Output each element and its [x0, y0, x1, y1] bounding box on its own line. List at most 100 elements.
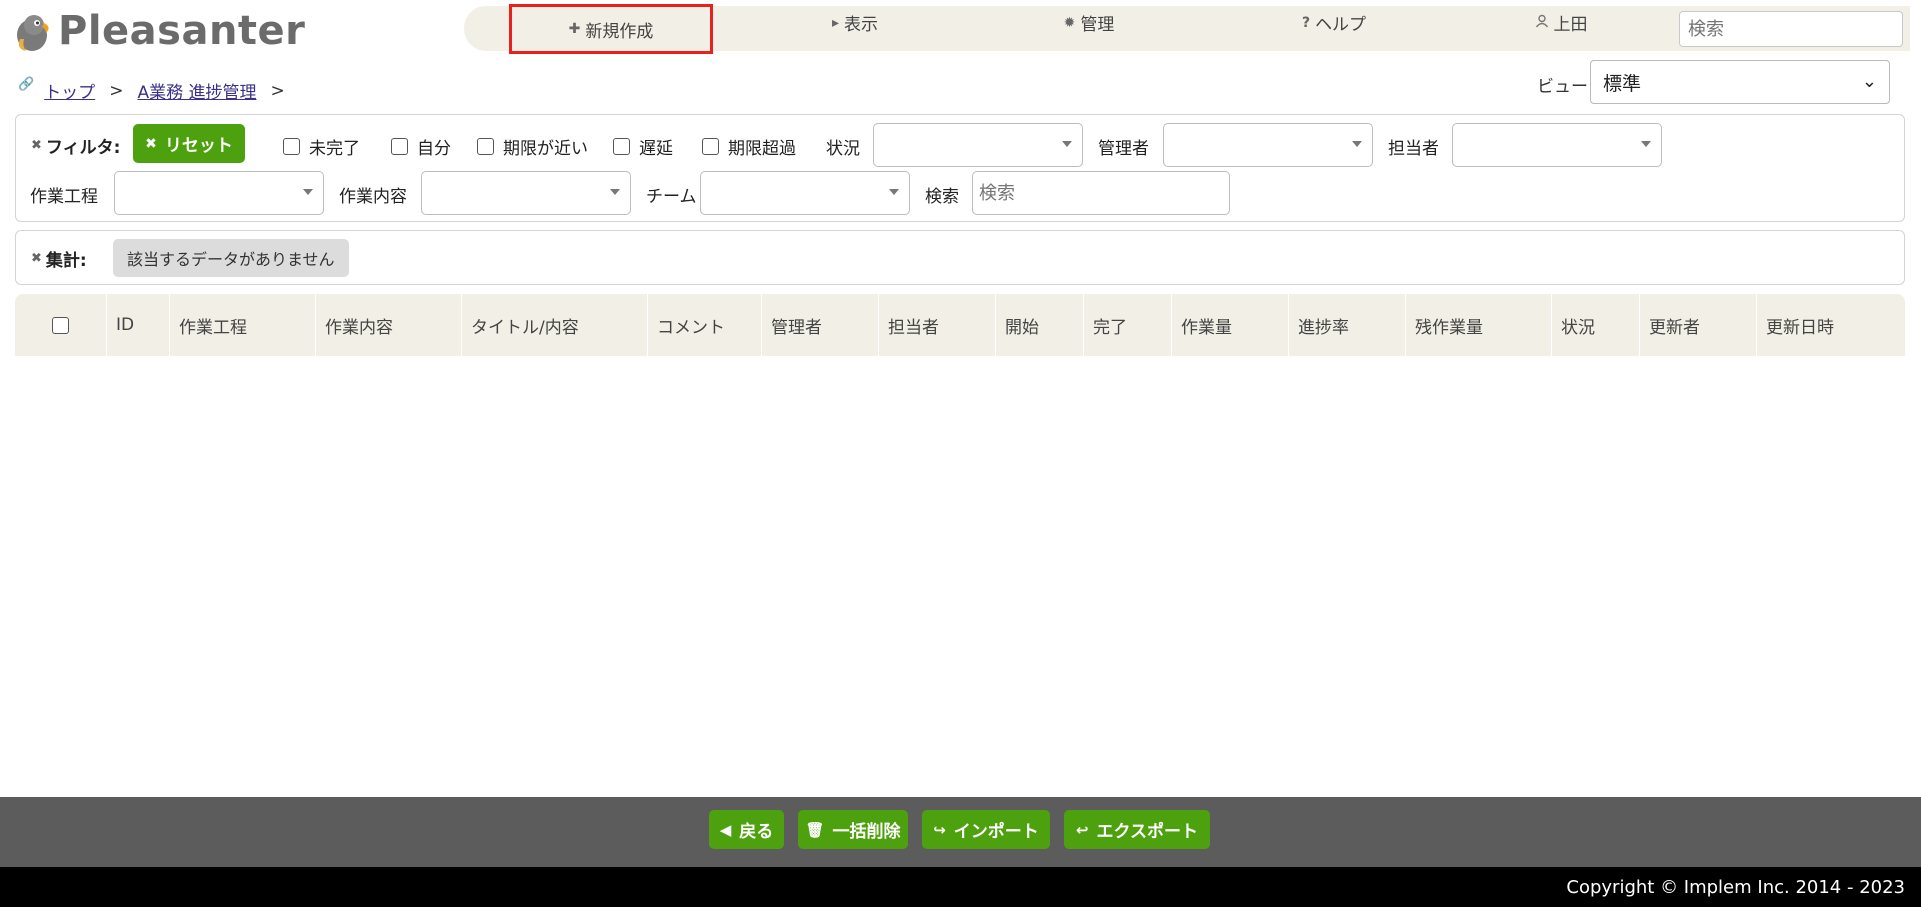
checkbox-box[interactable] [702, 138, 719, 155]
view-select[interactable]: 標準 ⌄ [1590, 60, 1890, 104]
breadcrumb-separator: > [109, 80, 124, 101]
reset-button-label: リセット [164, 136, 233, 156]
nav-user[interactable]: 上田 [1521, 0, 1601, 45]
dropdown-arrow-icon [1352, 141, 1362, 147]
triangle-right-icon: ▸ [831, 14, 840, 31]
bulk-delete-button[interactable]: 🗑 一括削除 [798, 810, 908, 849]
aggregation-panel: ✖ 集計: 該当するデータがありません [15, 230, 1905, 285]
nav-new-item[interactable]: ✚ 新規作成 [509, 4, 713, 54]
status-label: 状況 [826, 139, 860, 159]
app-logo[interactable]: Pleasanter [10, 8, 305, 54]
export-arrow-icon: ↩ [1075, 820, 1089, 839]
self-checkbox[interactable]: 自分 [391, 134, 451, 159]
nav-admin[interactable]: ✹ 管理 [1049, 0, 1129, 45]
no-data-badge: 該当するデータがありません [113, 239, 349, 277]
parrot-logo-icon [10, 9, 54, 53]
checkbox-label: 未完了 [309, 139, 360, 159]
plus-icon: ✚ [568, 21, 581, 37]
grid-header: ID 作業工程 作業内容 タイトル/内容 コメント 管理者 担当者 開始 完了 … [15, 294, 1905, 356]
chevron-down-icon: ⌄ [1861, 71, 1877, 92]
checkbox-label: 期限が近い [503, 139, 588, 159]
column-header[interactable]: 管理者 [761, 294, 878, 356]
overdue-checkbox[interactable]: 期限超過 [702, 134, 796, 159]
gear-icon: ✹ [1063, 14, 1076, 31]
select-all-cell [15, 294, 106, 356]
checkbox-box[interactable] [477, 138, 494, 155]
column-header[interactable]: タイトル/内容 [461, 294, 647, 356]
delay-checkbox[interactable]: 遅延 [613, 134, 673, 159]
checkbox-box[interactable] [283, 138, 300, 155]
column-header[interactable]: 作業内容 [315, 294, 461, 356]
dropdown-arrow-icon [303, 189, 313, 195]
status-dropdown[interactable] [873, 123, 1083, 167]
owner-dropdown[interactable] [1452, 123, 1662, 167]
copyright-text: Copyright © Implem Inc. 2014 - 2023 [1566, 876, 1905, 898]
nav-new-label: 新規作成 [585, 21, 654, 42]
process-dropdown[interactable] [114, 171, 324, 215]
incomplete-checkbox[interactable]: 未完了 [283, 134, 360, 159]
command-bar: ◀ 戻る 🗑 一括削除 ↪ インポート ↩ エクスポート [0, 797, 1921, 867]
nav-view[interactable]: ▸ 表示 [815, 0, 895, 45]
column-header[interactable]: 作業量 [1171, 294, 1288, 356]
back-button[interactable]: ◀ 戻る [709, 810, 784, 849]
checkbox-label: 自分 [417, 139, 451, 159]
checkbox-label: 遅延 [639, 139, 673, 159]
column-header[interactable]: 作業工程 [169, 294, 315, 356]
logo-wordmark: Pleasanter [58, 8, 306, 54]
dropdown-arrow-icon [889, 189, 899, 195]
checkbox-box[interactable] [391, 138, 408, 155]
import-button-label: インポート [953, 822, 1039, 842]
process-label: 作業工程 [30, 187, 98, 207]
column-header[interactable]: 更新日時 [1756, 294, 1905, 356]
copyright-bar: Copyright © Implem Inc. 2014 - 2023 [0, 867, 1921, 907]
search-label: 検索 [925, 187, 959, 207]
nav-help[interactable]: ? ヘルプ [1284, 0, 1384, 45]
near-deadline-checkbox[interactable]: 期限が近い [477, 134, 588, 159]
manager-dropdown[interactable] [1163, 123, 1373, 167]
column-header[interactable]: 更新者 [1639, 294, 1756, 356]
user-icon [1535, 14, 1549, 32]
nav-admin-label: 管理 [1080, 15, 1115, 35]
question-icon: ? [1301, 14, 1311, 31]
column-header[interactable]: 担当者 [878, 294, 995, 356]
nav-user-label: 上田 [1553, 15, 1588, 35]
nav-help-label: ヘルプ [1315, 15, 1367, 35]
bulk-delete-label: 一括削除 [832, 822, 901, 842]
global-search-input[interactable] [1679, 11, 1903, 47]
close-icon: ✖ [31, 251, 42, 266]
breadcrumb: 🔗 トップ > A業務 進捗管理 > [18, 77, 299, 103]
content-dropdown[interactable] [421, 171, 631, 215]
content-label: 作業内容 [339, 187, 407, 207]
column-header[interactable]: コメント [647, 294, 761, 356]
close-icon: ✖ [31, 138, 42, 153]
reset-button[interactable]: ✖ リセット [133, 124, 245, 163]
nav-view-label: 表示 [844, 15, 879, 35]
column-header[interactable]: 進捗率 [1288, 294, 1405, 356]
breadcrumb-top-link[interactable]: トップ [44, 78, 95, 103]
checkbox-box[interactable] [613, 138, 630, 155]
import-button[interactable]: ↪ インポート [922, 810, 1050, 849]
trash-icon: 🗑 [805, 820, 825, 839]
filter-search-input[interactable] [972, 171, 1230, 215]
column-header[interactable]: 状況 [1551, 294, 1639, 356]
export-button[interactable]: ↩ エクスポート [1064, 810, 1210, 849]
column-header[interactable]: 残作業量 [1405, 294, 1551, 356]
owner-label: 担当者 [1388, 139, 1439, 159]
breadcrumb-separator: > [270, 80, 285, 101]
filter-panel: ✖ フィルタ: ✖ リセット 未完了 自分 期限が近い 遅延 期限超過 状況 管… [15, 114, 1905, 222]
column-header[interactable]: 開始 [995, 294, 1083, 356]
aggregation-title-label: 集計: [45, 251, 87, 271]
import-arrow-icon: ↪ [933, 820, 946, 839]
column-header[interactable]: ID [106, 294, 169, 356]
select-all-checkbox[interactable] [52, 316, 69, 334]
team-dropdown[interactable] [700, 171, 910, 215]
dropdown-arrow-icon [610, 189, 620, 195]
aggregation-title[interactable]: ✖ 集計: [31, 246, 87, 271]
column-header[interactable]: 完了 [1083, 294, 1171, 356]
dropdown-arrow-icon [1641, 141, 1651, 147]
breadcrumb-site-link[interactable]: A業務 進捗管理 [137, 78, 256, 103]
filter-title[interactable]: ✖ フィルタ: [31, 133, 120, 158]
team-label: チーム [646, 187, 697, 207]
manager-label: 管理者 [1098, 139, 1149, 159]
checkbox-label: 期限超過 [728, 139, 796, 159]
